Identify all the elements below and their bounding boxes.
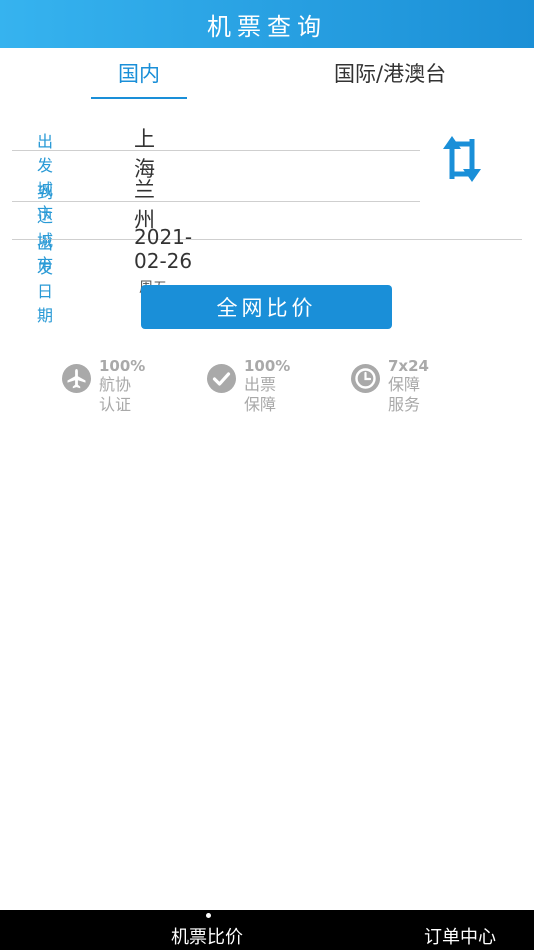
clock-icon (351, 364, 380, 393)
divider (12, 201, 420, 202)
guarantee-features: 100% 航协认证 100% 出票保障 7x24 保障服务 (0, 357, 534, 414)
active-tab-indicator (91, 97, 187, 99)
feature-label: 航协认证 (99, 375, 132, 414)
swap-icon (443, 136, 481, 182)
nav-order-center[interactable]: 订单中心 (424, 923, 496, 949)
feature-value: 100% (99, 357, 146, 375)
tab-international[interactable]: 国际/港澳台 (334, 58, 446, 88)
compare-prices-button[interactable]: 全网比价 (141, 285, 392, 329)
tab-domestic[interactable]: 国内 (92, 58, 186, 88)
check-circle-icon (207, 364, 236, 393)
bottom-nav: 机票比价 订单中心 (0, 910, 534, 950)
divider (12, 239, 522, 240)
feature-value: 100% (244, 357, 291, 375)
divider (12, 150, 420, 151)
date-text: 2021-02-26 (134, 225, 193, 273)
nav-flight-comparison[interactable]: 机票比价 (171, 923, 243, 949)
departure-date-label: 出发日期 (37, 234, 54, 325)
feature-value: 7x24 (388, 357, 429, 375)
swap-cities-button[interactable] (441, 133, 483, 185)
feature-label: 出票保障 (244, 375, 277, 414)
feature-label: 保障服务 (388, 375, 421, 414)
app-header: 机票查询 (0, 0, 534, 48)
page-title: 机票查询 (207, 12, 327, 41)
active-nav-indicator (206, 913, 211, 918)
airplane-icon (62, 364, 91, 393)
tab-bar: 国内 国际/港澳台 (0, 52, 534, 100)
